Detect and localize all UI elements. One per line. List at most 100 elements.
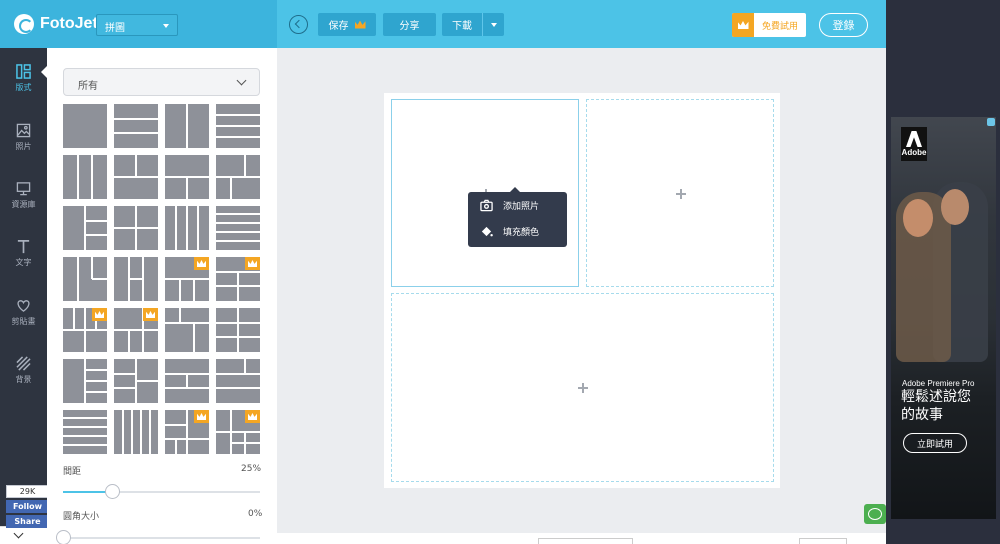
layout-template[interactable] <box>216 206 260 250</box>
layout-template[interactable] <box>63 104 107 148</box>
bottom-toolbar <box>277 533 886 544</box>
spacing-slider[interactable] <box>63 491 260 493</box>
layout-template[interactable] <box>216 155 260 199</box>
chat-support-button[interactable] <box>864 504 886 524</box>
login-button[interactable]: 登錄 <box>819 13 868 37</box>
spacing-value: 25% <box>241 464 262 474</box>
save-button-label: 保存 <box>328 21 349 32</box>
rail-item-clipart[interactable]: 剪貼畫 <box>0 298 47 327</box>
layout-template[interactable] <box>165 104 209 148</box>
collage-canvas <box>384 93 780 488</box>
collage-cell-bottom[interactable] <box>391 293 774 482</box>
fill-color-menu-item[interactable]: 填充顏色 <box>480 225 539 238</box>
layout-divider <box>186 374 188 388</box>
layout-divider <box>114 118 158 120</box>
premium-badge <box>245 410 260 423</box>
facebook-follow-button[interactable]: Follow <box>6 500 49 513</box>
share-button[interactable]: 分享 <box>383 13 436 36</box>
layout-template[interactable] <box>216 410 260 454</box>
layout-template[interactable] <box>114 155 158 199</box>
layout-template[interactable] <box>165 359 209 403</box>
add-photo-menu-item[interactable]: 添加照片 <box>480 199 539 212</box>
rail-item-library[interactable]: 資源庫 <box>0 181 47 210</box>
layout-divider <box>84 206 86 250</box>
advertisement-banner[interactable]: Adobe Adobe Premiere Pro 輕鬆述說您 的故事 立即試用 <box>891 117 996 519</box>
layout-template[interactable] <box>114 206 158 250</box>
layout-divider <box>244 155 246 177</box>
layout-divider <box>91 257 93 279</box>
layout-divider <box>175 439 177 454</box>
layout-template[interactable] <box>165 155 209 199</box>
crown-icon <box>354 20 366 29</box>
layout-divider <box>197 206 199 250</box>
layout-template[interactable] <box>114 257 158 301</box>
layout-template[interactable] <box>63 308 107 352</box>
layout-divider <box>77 257 79 301</box>
layout-divider <box>77 155 79 199</box>
facebook-share-button[interactable]: Share <box>6 515 49 528</box>
layout-template[interactable] <box>216 104 260 148</box>
layout-filter-dropdown[interactable]: 所有 <box>63 68 260 96</box>
layout-template[interactable] <box>216 257 260 301</box>
layout-divider <box>165 278 209 280</box>
layout-icon <box>16 64 31 79</box>
cell-context-menu: 添加照片 填充顏色 <box>468 187 567 247</box>
free-trial-button[interactable]: 免費試用 <box>732 13 806 37</box>
layout-divider <box>92 278 107 280</box>
crown-icon <box>197 260 206 267</box>
layout-template[interactable] <box>114 104 158 148</box>
layout-template[interactable] <box>165 308 209 352</box>
layout-divider <box>128 330 130 352</box>
background-icon <box>16 356 31 371</box>
layout-template[interactable] <box>216 359 260 403</box>
premium-badge <box>194 410 209 423</box>
spacing-slider-handle[interactable] <box>105 484 121 499</box>
layout-template[interactable] <box>63 410 107 454</box>
mode-dropdown[interactable]: 拼圖 <box>96 14 178 36</box>
crown-icon <box>197 413 206 420</box>
layout-template[interactable] <box>63 206 107 250</box>
rail-item-text[interactable]: 文字 <box>0 239 47 268</box>
add-photo-label: 添加照片 <box>503 202 540 212</box>
premium-badge <box>245 257 260 270</box>
rail-item-layout[interactable]: 版式 <box>0 64 47 93</box>
collapse-widget-button[interactable] <box>0 526 47 544</box>
spacing-label: 間距 <box>63 467 82 477</box>
layout-template[interactable] <box>165 410 209 454</box>
rail-item-background[interactable]: 背景 <box>0 356 47 385</box>
page-control[interactable] <box>799 538 847 544</box>
layout-divider <box>216 240 260 242</box>
layout-divider <box>231 442 260 444</box>
caret-down-icon <box>163 24 169 28</box>
back-button[interactable] <box>289 15 308 34</box>
layout-template[interactable] <box>114 359 158 403</box>
layout-divider <box>131 410 133 454</box>
ad-cta-button[interactable]: 立即試用 <box>903 433 967 453</box>
crown-icon <box>737 21 749 29</box>
ad-face <box>941 189 969 225</box>
download-button[interactable]: 下載 <box>442 13 482 36</box>
layout-divider <box>85 220 107 222</box>
save-button[interactable]: 保存 <box>318 13 376 36</box>
layout-template[interactable] <box>114 308 158 352</box>
zoom-control[interactable] <box>538 538 633 544</box>
layout-template[interactable] <box>63 155 107 199</box>
layout-divider <box>85 234 107 236</box>
mode-dropdown-value: 拼圖 <box>105 23 125 34</box>
layout-template[interactable] <box>63 359 107 403</box>
layout-template[interactable] <box>216 308 260 352</box>
ad-info-icon[interactable] <box>987 118 995 126</box>
corner-radius-slider[interactable] <box>63 537 260 539</box>
collage-cell-top-right[interactable] <box>586 99 774 287</box>
layout-divider <box>85 380 107 382</box>
layout-template[interactable] <box>114 410 158 454</box>
layout-template[interactable] <box>165 206 209 250</box>
rail-item-photos[interactable]: 照片 <box>0 123 47 152</box>
download-options-button[interactable] <box>482 13 504 36</box>
corner-radius-slider-handle[interactable] <box>56 530 71 544</box>
layout-filter-value: 所有 <box>78 81 98 92</box>
app-logo[interactable]: FotoJet <box>14 14 98 34</box>
layout-template[interactable] <box>165 257 209 301</box>
layout-template[interactable] <box>63 257 107 301</box>
layout-divider <box>193 279 195 301</box>
